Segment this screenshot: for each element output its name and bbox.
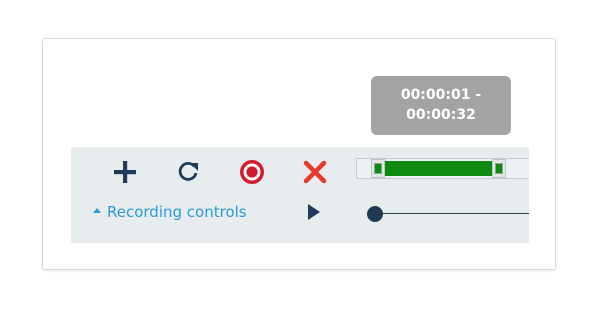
- recording-controls-label: Recording controls: [107, 203, 247, 221]
- playback-track: [367, 213, 529, 214]
- recording-controls-toggle[interactable]: Recording controls: [93, 202, 247, 222]
- trim-start-grip: [374, 163, 382, 174]
- add-button[interactable]: [110, 157, 140, 187]
- redo-icon: [178, 162, 198, 181]
- trim-timeline[interactable]: [356, 158, 529, 179]
- trim-end-grip: [495, 163, 503, 174]
- close-icon: [303, 160, 327, 184]
- recording-controls-panel: Recording controls: [71, 147, 529, 243]
- playback-knob[interactable]: [367, 206, 383, 222]
- caret-up-icon: [93, 208, 101, 213]
- trim-range-tooltip: 00:00:01 - 00:00:32: [371, 76, 511, 135]
- playback-slider[interactable]: [367, 206, 529, 222]
- trim-selection-range: [385, 161, 492, 176]
- delete-button[interactable]: [300, 157, 330, 187]
- tooltip-start-time: 00:00:01 -: [400, 87, 482, 103]
- trim-start-handle[interactable]: [371, 159, 385, 178]
- play-icon: [308, 204, 320, 220]
- plus-icon: [114, 161, 136, 183]
- play-button[interactable]: [303, 201, 323, 223]
- record-button[interactable]: [237, 157, 267, 187]
- tooltip-end-time: 00:00:32: [406, 107, 476, 123]
- redo-button[interactable]: [173, 157, 203, 187]
- record-icon: [240, 160, 264, 184]
- trim-end-handle[interactable]: [492, 159, 506, 178]
